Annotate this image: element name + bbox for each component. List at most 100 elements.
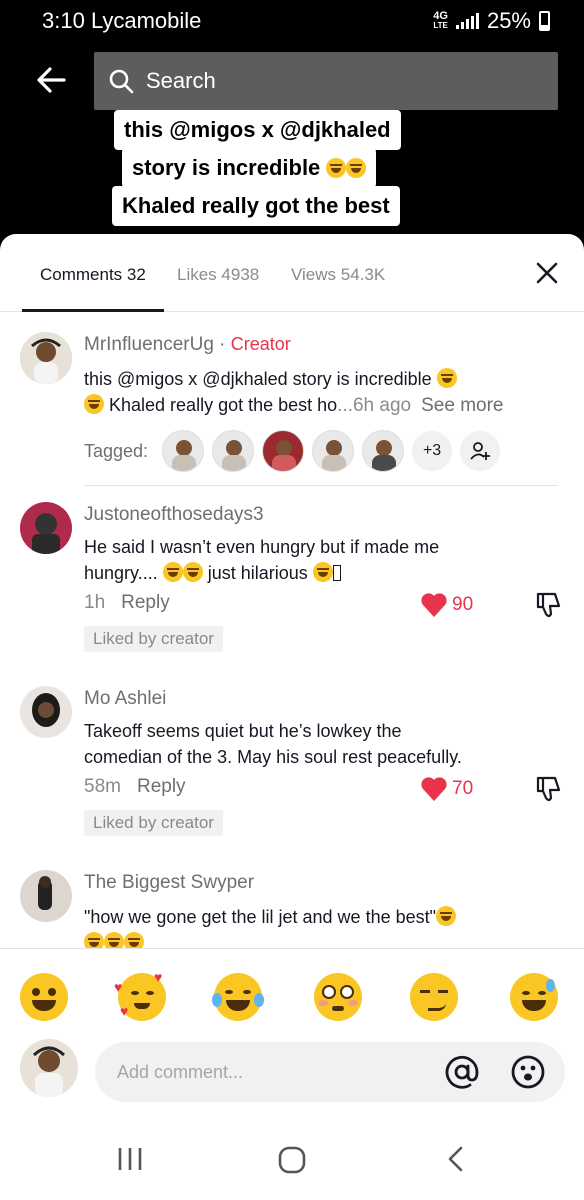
- comment-time: ...6h ago: [337, 395, 412, 416]
- flushed-emoji-button[interactable]: [314, 973, 362, 1021]
- tab-likes[interactable]: Likes 4938: [177, 265, 259, 285]
- heart-icon: [421, 777, 447, 801]
- avatar[interactable]: [20, 502, 72, 554]
- weary-emoji-icon: [182, 562, 203, 582]
- search-bar[interactable]: Search: [94, 52, 558, 110]
- tab-comments-count: 32: [126, 265, 146, 284]
- comment-text-line-1-text: this @migos x @djkhaled story is incredi…: [84, 369, 432, 389]
- comment-username[interactable]: MrInfluencerUg: [84, 334, 214, 355]
- heart-icon: [421, 593, 447, 617]
- smiling-hearts-emoji-button[interactable]: ♥ ♥ ♥: [114, 969, 166, 1021]
- creator-badge: Creator: [230, 334, 291, 354]
- tab-views-label: Views: [291, 265, 337, 284]
- add-person-icon: [470, 442, 491, 460]
- mention-at-icon[interactable]: [444, 1054, 480, 1090]
- see-more-link[interactable]: See more: [421, 395, 503, 416]
- search-placeholder: Search: [146, 68, 216, 93]
- laughing-emoji-icon: [326, 158, 347, 178]
- like-button[interactable]: 90: [420, 592, 473, 618]
- avatar[interactable]: [20, 870, 72, 922]
- comment-text-line-1: this @migos x @djkhaled story is incredi…: [84, 366, 554, 392]
- video-caption-line-1: this @migos x @djkhaled: [114, 110, 401, 150]
- signal-icon: [455, 13, 479, 29]
- tagged-more-button[interactable]: +3: [412, 431, 453, 471]
- back-arrow-icon[interactable]: [30, 58, 74, 102]
- comment-text-line-2: Khaled really got the best ho...6h ago Se…: [84, 392, 554, 419]
- comment-text-line-2-text: Khaled really got the best ho: [104, 395, 338, 415]
- laughing-emoji-icon: [84, 394, 104, 414]
- smirk-emoji-button[interactable]: [410, 973, 458, 1021]
- comment-text-line-2-text: hungry....: [84, 563, 158, 583]
- reply-button[interactable]: Reply: [137, 776, 186, 797]
- home-icon[interactable]: [278, 1146, 306, 1174]
- network-type-bottom: LTE: [433, 21, 448, 30]
- comment-text-line-1: He said I wasn’t even hungry but if made…: [84, 537, 440, 557]
- tears-of-joy-emoji-button[interactable]: [212, 973, 264, 1021]
- nav-back-icon[interactable]: [446, 1146, 466, 1172]
- comment-text-line-2-tail: just hilarious: [202, 563, 308, 583]
- status-time-carrier: 3:10 Lycamobile: [42, 8, 201, 34]
- tab-likes-count: 4938: [221, 265, 260, 284]
- comment-text-line-1: Takeoff seems quiet but he’s lowkey the: [84, 721, 402, 741]
- video-caption-line-3: Khaled really got the best: [112, 186, 400, 226]
- close-icon[interactable]: [534, 260, 560, 286]
- tagged-user-avatar[interactable]: [312, 430, 355, 472]
- avatar-image: [20, 686, 72, 738]
- weary-emoji-icon: [162, 562, 183, 582]
- status-carrier: Lycamobile: [90, 8, 202, 33]
- comment-item: The Biggest Swyper "how we gone get the …: [0, 868, 584, 952]
- comment-username[interactable]: The Biggest Swyper: [84, 872, 254, 894]
- status-bar: 3:10 Lycamobile 4G LTE 25%: [0, 0, 584, 44]
- avatar-image: [20, 502, 72, 554]
- comment-username-row: MrInfluencerUg · Creator: [84, 334, 291, 356]
- grinning-emoji-button[interactable]: [20, 973, 68, 1021]
- add-tag-button[interactable]: [460, 431, 501, 471]
- system-nav-bar: [0, 1116, 584, 1200]
- tagged-user-avatar[interactable]: [212, 430, 255, 472]
- dislike-icon[interactable]: [533, 590, 563, 620]
- comment-text-line-2: hungry.... just hilarious: [84, 560, 554, 586]
- tab-comments[interactable]: Comments 32: [40, 265, 146, 285]
- emoji-picker-icon[interactable]: [510, 1054, 546, 1090]
- add-comment-input[interactable]: [95, 1042, 565, 1102]
- comment-text-line-1-text: "how we gone get the lil jet and we the …: [84, 907, 437, 927]
- video-caption-line-2-text: story is incredible: [132, 155, 321, 180]
- comment-text: this @migos x @djkhaled story is incredi…: [84, 366, 554, 419]
- laughing-emoji-icon: [346, 158, 367, 178]
- dislike-icon[interactable]: [533, 774, 563, 804]
- video-caption-line-2: story is incredible: [122, 148, 377, 188]
- tab-views-count: 54.3K: [340, 265, 386, 284]
- network-type-icon: 4G LTE: [433, 11, 448, 31]
- sweat-smile-emoji-button[interactable]: [510, 973, 558, 1021]
- comment-username[interactable]: Mo Ashlei: [84, 688, 166, 710]
- liked-by-creator-badge: Liked by creator: [84, 626, 223, 652]
- avatar-image: [20, 1039, 78, 1097]
- tagged-user-avatar[interactable]: [262, 430, 305, 472]
- laughing-emoji-icon: [436, 906, 457, 926]
- avatar-image: [20, 870, 72, 922]
- quick-emoji-bar: ♥ ♥ ♥: [0, 948, 584, 1042]
- tagged-user-avatar[interactable]: [162, 430, 205, 472]
- like-count: 90: [452, 594, 474, 615]
- avatar-image: [20, 332, 72, 384]
- divider: [84, 485, 558, 486]
- recent-apps-icon[interactable]: [116, 1146, 144, 1172]
- missing-glyph-icon: [332, 565, 341, 581]
- avatar[interactable]: [20, 332, 72, 384]
- sheet-tabs: Comments 32 Likes 4938 Views 54.3K: [0, 234, 584, 312]
- tab-views[interactable]: Views 54.3K: [291, 265, 385, 285]
- search-icon: [109, 69, 134, 94]
- like-button[interactable]: 70: [420, 776, 473, 802]
- avatar[interactable]: [20, 686, 72, 738]
- comment-text-line-1: "how we gone get the lil jet and we the …: [84, 904, 554, 930]
- comment-time: 1h: [84, 592, 106, 613]
- laughing-emoji-icon: [436, 368, 457, 388]
- reply-button[interactable]: Reply: [121, 592, 170, 613]
- tagged-user-avatar[interactable]: [362, 430, 405, 472]
- status-indicators: 4G LTE 25%: [433, 8, 550, 34]
- comment-text: He said I wasn’t even hungry but if made…: [84, 534, 554, 586]
- like-count: 70: [452, 778, 474, 799]
- comment-username[interactable]: Justoneofthosedays3: [84, 504, 264, 526]
- comment-item: Mo Ashlei Takeoff seems quiet but he’s l…: [0, 684, 584, 844]
- tab-comments-label: Comments: [40, 265, 123, 284]
